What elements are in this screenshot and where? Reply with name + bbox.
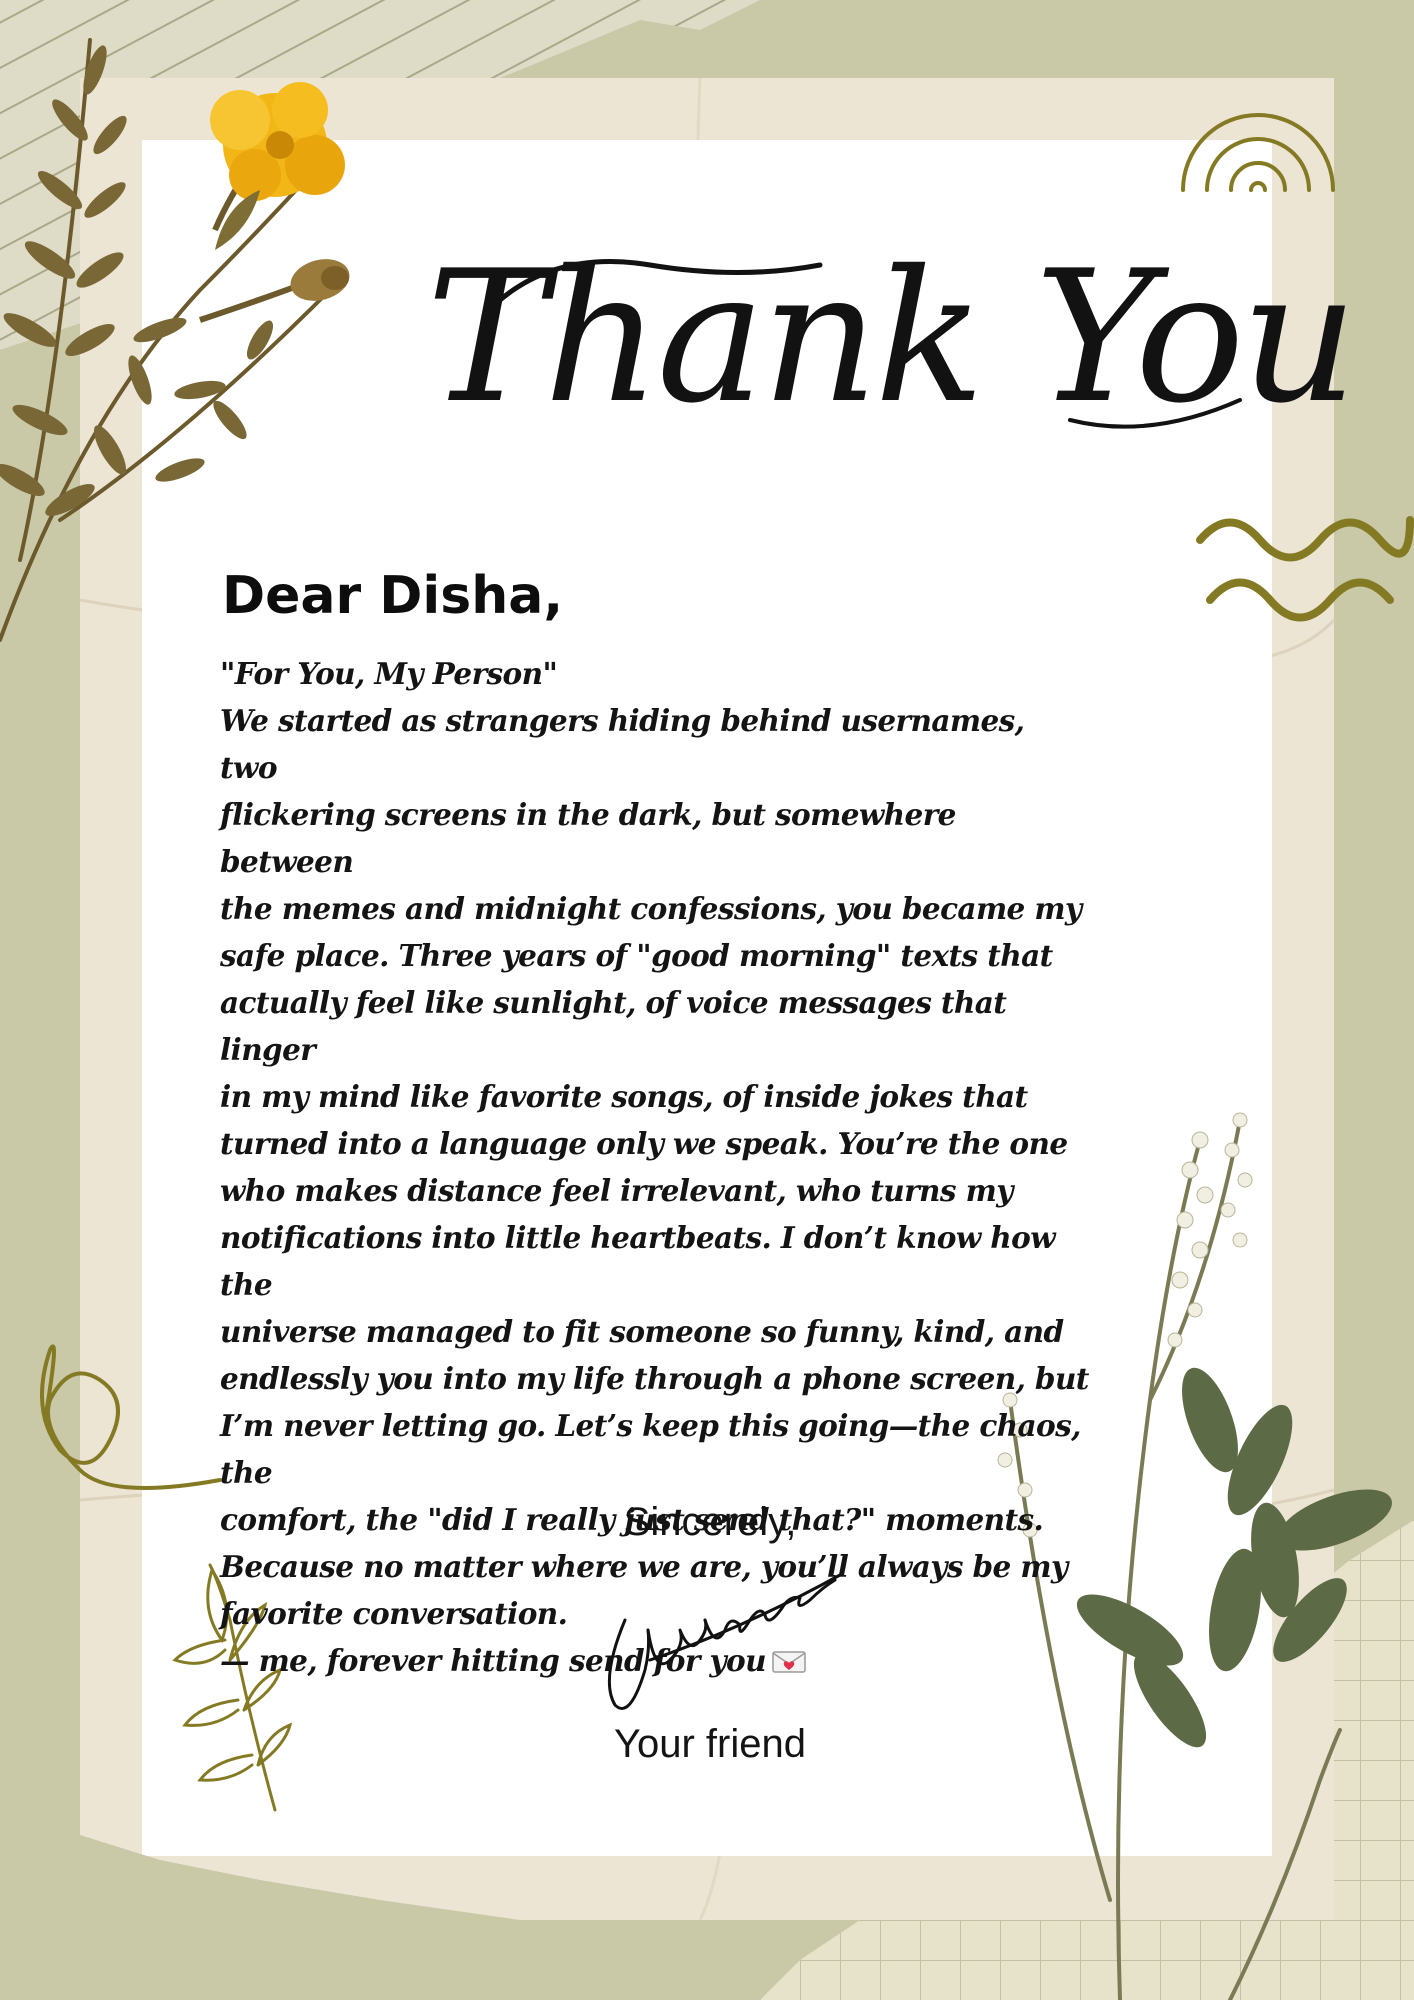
letter-line: notifications into little heartbeats. I … bbox=[220, 1220, 1056, 1302]
letter-line: We started as strangers hiding behind us… bbox=[220, 703, 1025, 785]
letter-line: endlessly you into my life through a pho… bbox=[220, 1361, 1089, 1396]
signature-mark bbox=[607, 1573, 842, 1710]
closing: Sincerely, bbox=[623, 1500, 797, 1544]
letter-paragraph: We started as strangers hiding behind us… bbox=[220, 697, 1090, 1637]
sender: Your friend bbox=[614, 1722, 806, 1766]
letter-line: safe place. Three years of "good morning… bbox=[220, 938, 1053, 973]
thank-you-card: Thank You Dear Disha, "For You, My Perso… bbox=[0, 0, 1414, 2000]
letter-line: actually feel like sunlight, of voice me… bbox=[220, 985, 1007, 1067]
letter-line: turned into a language only we speak. Yo… bbox=[220, 1126, 1068, 1161]
letter-line: the memes and midnight confessions, you … bbox=[220, 891, 1082, 926]
letter-line: who makes distance feel irrelevant, who … bbox=[220, 1173, 1013, 1208]
letter-line: flickering screens in the dark, but some… bbox=[220, 797, 956, 879]
signature bbox=[590, 1560, 850, 1740]
greeting: Dear Disha, bbox=[222, 566, 564, 626]
letter-line: I’m never letting go. Let’s keep this go… bbox=[220, 1408, 1081, 1490]
letter-title: "For You, My Person" bbox=[220, 656, 558, 691]
letter-line: in my mind like favorite songs, of insid… bbox=[220, 1079, 1028, 1114]
letter-line: universe managed to fit someone so funny… bbox=[220, 1314, 1064, 1349]
